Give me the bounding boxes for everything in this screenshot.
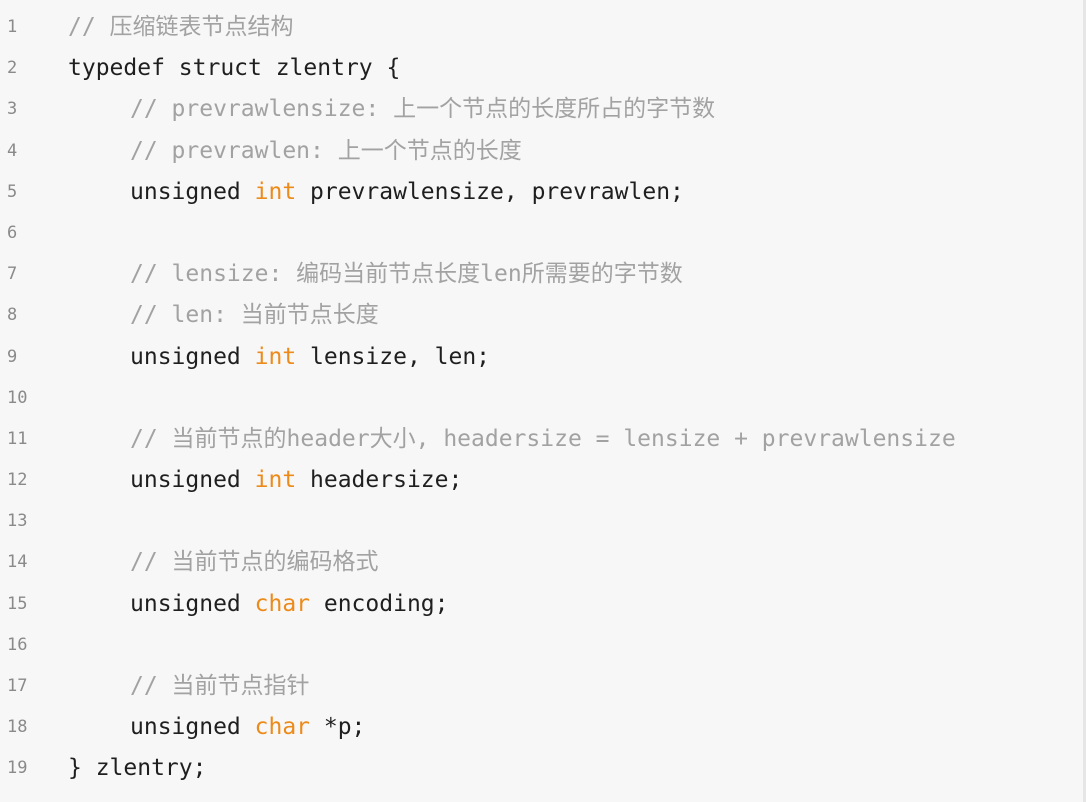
code-text: *p; [310,714,366,741]
code-type: char [254,714,311,741]
code-type: int [254,467,297,494]
line-number: 16 [7,634,28,655]
line-number: 8 [7,305,18,326]
code-type: int [254,343,297,370]
line-number: 15 [7,593,28,614]
code-line: 13 [0,501,1086,542]
code-keyword: unsigned [130,343,255,370]
line-number: 6 [7,222,18,243]
code-comment: // 压缩链表节点结构 [68,14,294,40]
code-line: 17 // 当前节点指针 [0,666,1086,707]
code-block: 1 // 压缩链表节点结构 2 typedef struct zlentry {… [0,0,1086,802]
code-line: 4 // prevrawlen: 上一个节点的长度 [0,131,1086,172]
line-number: 12 [7,470,28,491]
code-line: 12 unsigned int headersize; [0,460,1086,501]
code-line: 9 unsigned int lensize, len; [0,337,1086,378]
code-comment: // 当前节点的编码格式 [130,549,379,576]
code-line: 5 unsigned int prevrawlensize, prevrawle… [0,172,1086,213]
line-number: 7 [7,264,18,285]
code-line: 18 unsigned char *p; [0,707,1086,748]
code-comment: // prevrawlensize: 上一个节点的长度所占的字节数 [130,96,716,123]
code-text: prevrawlensize, prevrawlen; [296,178,684,205]
code-line: 1 // 压缩链表节点结构 [0,7,1086,48]
line-number: 18 [7,717,28,738]
code-type: char [254,590,311,617]
code-comment: // len: 当前节点长度 [130,302,379,329]
code-text: encoding; [310,590,449,617]
code-line: 7 // lensize: 编码当前节点长度len所需要的字节数 [0,254,1086,295]
code-text: } zlentry; [68,755,207,782]
code-keyword: unsigned [130,467,255,494]
code-comment: // 当前节点指针 [130,673,310,699]
line-number: 1 [7,17,18,37]
line-number: 13 [7,511,28,532]
code-text: headersize; [296,467,463,494]
line-number: 19 [7,758,28,779]
code-text: lensize, len; [296,343,491,370]
code-comment: // lensize: 编码当前节点长度len所需要的字节数 [130,261,683,288]
code-line: 19 } zlentry; [0,748,1086,789]
code-line: 3 // prevrawlensize: 上一个节点的长度所占的字节数 [0,89,1086,130]
code-keyword: unsigned [130,178,255,205]
line-number: 17 [7,676,28,696]
code-line: 14 // 当前节点的编码格式 [0,542,1086,583]
code-type: int [254,178,297,205]
line-number: 10 [7,387,28,408]
line-number: 2 [7,58,18,79]
code-line: 6 [0,213,1086,254]
code-comment: // prevrawlen: 上一个节点的长度 [130,137,522,164]
code-line: 15 unsigned char encoding; [0,584,1086,625]
line-number: 4 [7,140,18,161]
line-number: 3 [7,99,18,120]
line-number: 5 [7,181,18,202]
code-keyword: unsigned [130,714,255,741]
code-line: 16 [0,625,1086,666]
code-line: 8 // len: 当前节点长度 [0,295,1086,336]
code-comment: // 当前节点的header大小, headersize = lensize +… [130,425,956,452]
code-line: 11 // 当前节点的header大小, headersize = lensiz… [0,419,1086,460]
code-line: 2 typedef struct zlentry { [0,48,1086,89]
code-keyword: unsigned [130,590,255,617]
line-number: 14 [7,552,28,573]
code-line: 10 [0,378,1086,419]
line-number: 9 [7,346,18,367]
line-number: 11 [7,428,28,449]
code-text: typedef struct zlentry { [68,55,401,82]
